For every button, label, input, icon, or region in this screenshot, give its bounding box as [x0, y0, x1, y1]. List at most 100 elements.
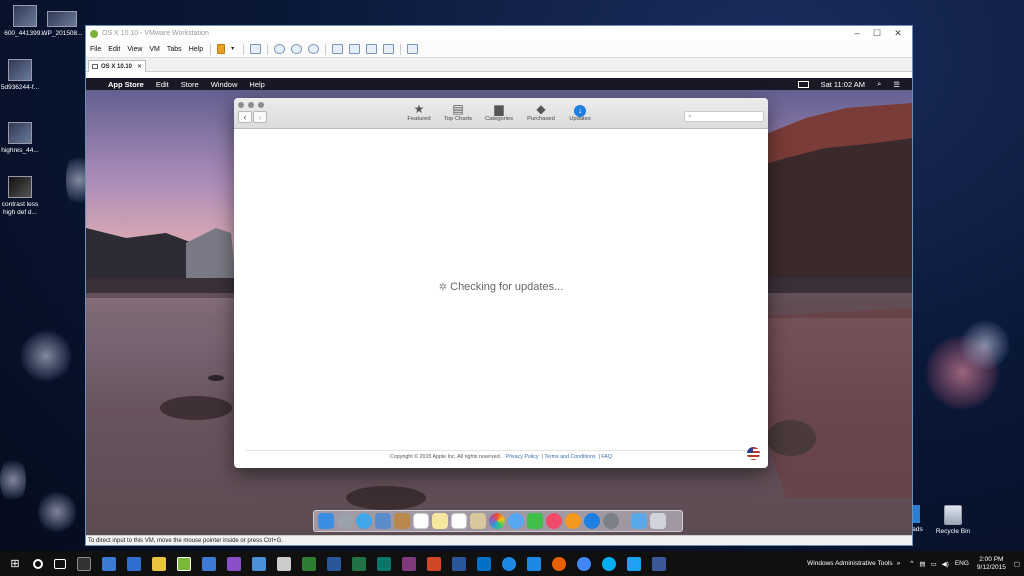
firefox-icon[interactable] [552, 556, 566, 571]
notification-center-icon[interactable]: ☰ [893, 80, 900, 89]
console-view-icon[interactable] [407, 44, 419, 54]
desktop-icon[interactable]: highres_44... [0, 122, 45, 155]
revert-snapshot-icon[interactable] [291, 44, 303, 54]
contacts-icon[interactable] [394, 513, 410, 529]
calendar-icon[interactable] [413, 513, 429, 529]
onenote-icon[interactable] [402, 556, 416, 571]
word-icon[interactable] [452, 556, 466, 571]
us-flag-icon[interactable] [747, 447, 760, 460]
desktop-icon[interactable]: 5d936244-f... [0, 59, 45, 92]
downloads-folder-icon[interactable] [631, 513, 647, 529]
zoom-window-button[interactable] [258, 102, 264, 108]
cortana-search-icon[interactable] [33, 558, 43, 569]
tab-purchased[interactable]: ◆ Purchased [519, 102, 563, 122]
close-button[interactable]: ✕ [887, 26, 909, 40]
itunes-icon[interactable] [546, 513, 562, 529]
tab-featured[interactable]: ★ Featured [397, 102, 441, 122]
messages-icon[interactable] [508, 513, 524, 529]
menu-store[interactable]: Store [181, 80, 199, 89]
app-icon[interactable] [102, 556, 116, 571]
menu-tabs[interactable]: Tabs [167, 46, 182, 53]
start-button[interactable]: ⊞ [8, 557, 22, 571]
vmware-taskbar-icon[interactable] [177, 556, 191, 571]
menu-window[interactable]: Window [211, 80, 238, 89]
mail-icon[interactable] [375, 513, 391, 529]
show-hidden-icons-icon[interactable]: ^ [910, 560, 913, 567]
app-menu[interactable]: App Store [108, 80, 144, 89]
taskbar-clock[interactable]: 2:00 PM 9/12/2015 [977, 556, 1006, 572]
app-icon[interactable] [127, 556, 141, 571]
thumbnail-bar-icon[interactable] [349, 44, 361, 54]
outlook-icon[interactable] [477, 556, 491, 571]
snapshot-icon[interactable] [274, 44, 286, 54]
battery-icon[interactable]: ▭ [931, 560, 937, 568]
toolbar-label[interactable]: Windows Administrative Tools [807, 560, 893, 567]
system-preferences-icon[interactable] [603, 513, 619, 529]
maps-icon[interactable] [470, 513, 486, 529]
action-center-icon[interactable]: ▢ [1014, 560, 1020, 568]
menu-edit[interactable]: Edit [156, 80, 169, 89]
publisher-icon[interactable] [377, 556, 391, 571]
snapshot-manager-icon[interactable] [308, 44, 320, 54]
edge-icon[interactable] [527, 556, 541, 571]
minimize-window-button[interactable] [248, 102, 254, 108]
menu-help[interactable]: Help [189, 46, 203, 53]
guest-screen[interactable]: App Store Edit Store Window Help Sat 11:… [86, 78, 912, 536]
photos-icon[interactable] [489, 513, 505, 529]
chrome-icon[interactable] [577, 556, 591, 571]
launchpad-icon[interactable] [337, 513, 353, 529]
toolbar-expand-icon[interactable]: » [897, 560, 901, 567]
app-store-icon[interactable] [584, 513, 600, 529]
search-input[interactable]: ⌕ [684, 111, 764, 122]
menu-edit[interactable]: Edit [108, 46, 120, 53]
library-icon[interactable] [332, 44, 344, 54]
skype-icon[interactable] [602, 556, 616, 571]
minimize-button[interactable]: – [846, 26, 868, 40]
unity-icon[interactable] [383, 44, 395, 54]
reminders-icon[interactable] [451, 513, 467, 529]
pause-icon[interactable] [217, 44, 226, 54]
faq-link[interactable]: FAQ [601, 454, 612, 460]
close-window-button[interactable] [238, 102, 244, 108]
internet-explorer-icon[interactable] [502, 556, 516, 571]
trash-icon[interactable] [650, 513, 666, 529]
task-view-icon[interactable] [54, 558, 66, 569]
finder-icon[interactable] [318, 513, 334, 529]
privacy-policy-link[interactable]: Privacy Policy [506, 454, 539, 460]
visual-studio-icon[interactable] [227, 556, 241, 571]
volume-icon[interactable]: ◀) [942, 560, 949, 568]
desktop-icon[interactable]: WP_201508... [37, 11, 87, 38]
twitter-icon[interactable] [627, 556, 641, 571]
app-icon[interactable] [252, 556, 266, 571]
safari-icon[interactable] [356, 513, 372, 529]
back-button[interactable]: ‹ [238, 111, 252, 123]
photos-app-icon[interactable] [277, 556, 291, 571]
desktop-icon[interactable]: contrast less high def d... [0, 176, 45, 217]
tab-updates[interactable]: ↓ Updates [558, 102, 602, 122]
chevron-down-icon[interactable]: ▾ [231, 44, 237, 54]
facetime-icon[interactable] [527, 513, 543, 529]
project-icon[interactable] [302, 556, 316, 571]
facebook-icon[interactable] [652, 556, 666, 571]
excel-icon[interactable] [352, 556, 366, 571]
app-icon[interactable] [202, 556, 216, 571]
full-screen-icon[interactable] [366, 44, 378, 54]
spotlight-icon[interactable]: ⌕ [877, 79, 881, 89]
menu-file[interactable]: File [90, 46, 101, 53]
ibooks-icon[interactable] [565, 513, 581, 529]
maximize-button[interactable]: ☐ [866, 26, 888, 40]
file-explorer-icon[interactable] [152, 556, 166, 571]
tab-top-charts[interactable]: ▤ Top Charts [436, 102, 480, 122]
network-icon[interactable]: ▤ [919, 560, 925, 568]
forward-button[interactable]: › [253, 111, 267, 123]
menu-vm[interactable]: VM [149, 46, 160, 53]
notes-icon[interactable] [432, 513, 448, 529]
visio-icon[interactable] [327, 556, 341, 571]
send-ctrl-alt-del-icon[interactable] [250, 44, 262, 54]
airplay-display-icon[interactable] [797, 80, 809, 88]
tab-categories[interactable]: ▆ Categories [477, 102, 521, 122]
language-indicator[interactable]: ENG [955, 560, 969, 567]
close-tab-icon[interactable]: ✕ [137, 63, 142, 70]
menu-view[interactable]: View [127, 46, 142, 53]
powerpoint-icon[interactable] [427, 556, 441, 571]
